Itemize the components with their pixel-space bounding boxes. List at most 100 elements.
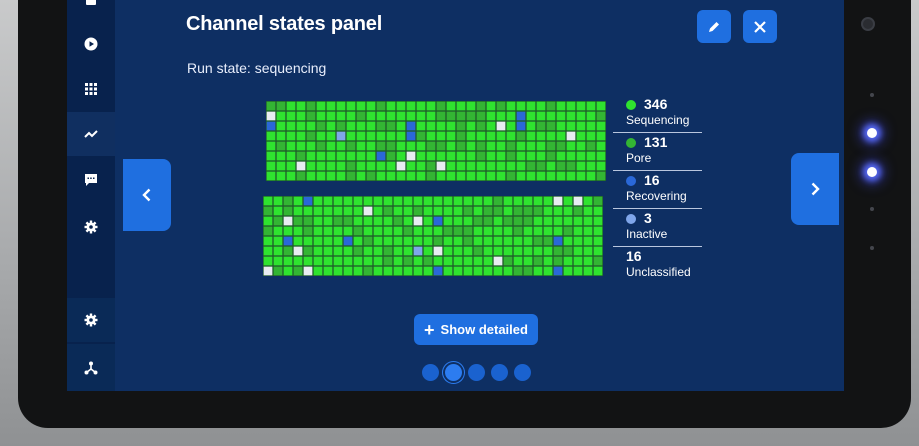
sidebar-item-grid[interactable] xyxy=(67,67,115,111)
channel-cell-sequencing xyxy=(383,216,393,226)
channel-cell-sequencing xyxy=(583,206,593,216)
channel-cell-sequencing xyxy=(503,246,513,256)
sidebar-item-activity[interactable] xyxy=(67,112,115,156)
channel-cell-sequencing xyxy=(493,216,503,226)
next-panel-button[interactable] xyxy=(791,153,839,225)
channel-cell-sequencing xyxy=(356,171,366,181)
channel-cell-pore xyxy=(303,246,313,256)
channel-cell-sequencing xyxy=(273,256,283,266)
sidebar-item-network[interactable] xyxy=(67,344,115,391)
channel-cell-sequencing xyxy=(473,196,483,206)
channel-states-legend: 346 Sequencing 131 Pore 16 Recovering 3 … xyxy=(613,95,702,285)
channel-cell-sequencing xyxy=(466,141,476,151)
channel-cell-sequencing xyxy=(526,121,536,131)
channel-cell-unclassified xyxy=(436,161,446,171)
channel-cell-pore xyxy=(263,206,273,216)
channel-cell-sequencing xyxy=(406,101,416,111)
legend-label: Inactive xyxy=(626,227,668,241)
channel-cell-sequencing xyxy=(473,266,483,276)
channel-cell-sequencing xyxy=(486,141,496,151)
edit-button[interactable] xyxy=(697,10,731,43)
channel-cell-sequencing xyxy=(533,216,543,226)
channel-cell-sequencing xyxy=(543,246,553,256)
channel-cell-pore xyxy=(506,171,516,181)
channel-cell-sequencing xyxy=(416,121,426,131)
channel-cell-sequencing xyxy=(263,196,273,206)
channel-cell-sequencing xyxy=(506,131,516,141)
channel-cell-sequencing xyxy=(466,161,476,171)
channel-cell-pore xyxy=(513,216,523,226)
channel-cell-pore xyxy=(476,121,486,131)
channel-cell-recovering xyxy=(516,121,526,131)
channel-cell-pore xyxy=(306,131,316,141)
channel-cell-sequencing xyxy=(266,151,276,161)
pore-status-dot xyxy=(626,138,636,148)
channel-cell-sequencing xyxy=(366,111,376,121)
close-button[interactable] xyxy=(743,10,777,43)
channel-cell-sequencing xyxy=(443,216,453,226)
pen-icon xyxy=(709,21,719,32)
channel-cell-pore xyxy=(533,206,543,216)
channel-cell-pore xyxy=(436,141,446,151)
channel-cell-sequencing xyxy=(403,206,413,216)
channel-cell-sequencing xyxy=(573,226,583,236)
channel-cell-sequencing xyxy=(556,101,566,111)
channel-cell-sequencing xyxy=(436,151,446,161)
channel-cell-unclassified xyxy=(553,196,563,206)
channel-cell-sequencing xyxy=(263,256,273,266)
channel-cell-sequencing xyxy=(576,121,586,131)
channel-cell-sequencing xyxy=(336,151,346,161)
channel-cell-pore xyxy=(463,236,473,246)
channel-cell-sequencing xyxy=(576,111,586,121)
channel-cell-sequencing xyxy=(426,121,436,131)
previous-panel-button[interactable] xyxy=(123,159,171,231)
channel-cell-sequencing xyxy=(396,131,406,141)
sidebar-item-messages[interactable] xyxy=(67,158,115,202)
channel-cell-sequencing xyxy=(446,171,456,181)
channel-cell-pore xyxy=(453,226,463,236)
channel-cell-recovering xyxy=(433,266,443,276)
legend-item-inactive: 3 Inactive xyxy=(613,209,702,247)
pager-dot[interactable] xyxy=(422,364,439,381)
legend-count: 3 xyxy=(644,210,652,226)
sidebar-item-stop[interactable] xyxy=(67,0,115,22)
pager-dot[interactable] xyxy=(468,364,485,381)
channel-cell-sequencing xyxy=(593,246,603,256)
channel-cell-pore xyxy=(333,216,343,226)
channel-cell-sequencing xyxy=(386,101,396,111)
channel-cell-pore xyxy=(376,141,386,151)
pager-dot-active[interactable] xyxy=(445,364,462,381)
channel-cell-sequencing xyxy=(326,131,336,141)
status-led-1 xyxy=(867,128,877,138)
channel-cell-sequencing xyxy=(266,131,276,141)
channel-cell-sequencing xyxy=(416,171,426,181)
network-icon xyxy=(84,361,98,374)
channel-cell-pore xyxy=(316,121,326,131)
channel-cell-sequencing xyxy=(443,236,453,246)
channel-cell-pore xyxy=(273,216,283,226)
legend-item-sequencing: 346 Sequencing xyxy=(613,95,702,133)
channel-cell-unclassified xyxy=(406,151,416,161)
channel-cell-sequencing xyxy=(316,111,326,121)
pager-dot[interactable] xyxy=(514,364,531,381)
channel-cell-pore xyxy=(366,171,376,181)
channel-cell-pore xyxy=(386,121,396,131)
channel-cell-sequencing xyxy=(596,131,606,141)
channel-cell-pore xyxy=(493,196,503,206)
channel-cell-sequencing xyxy=(496,141,506,151)
pager-dot[interactable] xyxy=(491,364,508,381)
channel-cell-sequencing xyxy=(343,196,353,206)
channel-cell-pore xyxy=(493,206,503,216)
sidebar-item-play[interactable] xyxy=(67,22,115,66)
channel-cell-sequencing xyxy=(486,171,496,181)
sidebar-item-settings[interactable] xyxy=(67,205,115,249)
channel-cell-sequencing xyxy=(596,121,606,131)
channel-cell-pore xyxy=(553,256,563,266)
legend-item-recovering: 16 Recovering xyxy=(613,171,702,209)
channel-cell-pore xyxy=(436,101,446,111)
channel-cell-sequencing xyxy=(423,246,433,256)
show-detailed-button[interactable]: + Show detailed xyxy=(414,314,538,345)
sidebar-item-device-settings[interactable] xyxy=(67,298,115,342)
channel-cell-pore xyxy=(283,206,293,216)
channel-cell-pore xyxy=(303,216,313,226)
